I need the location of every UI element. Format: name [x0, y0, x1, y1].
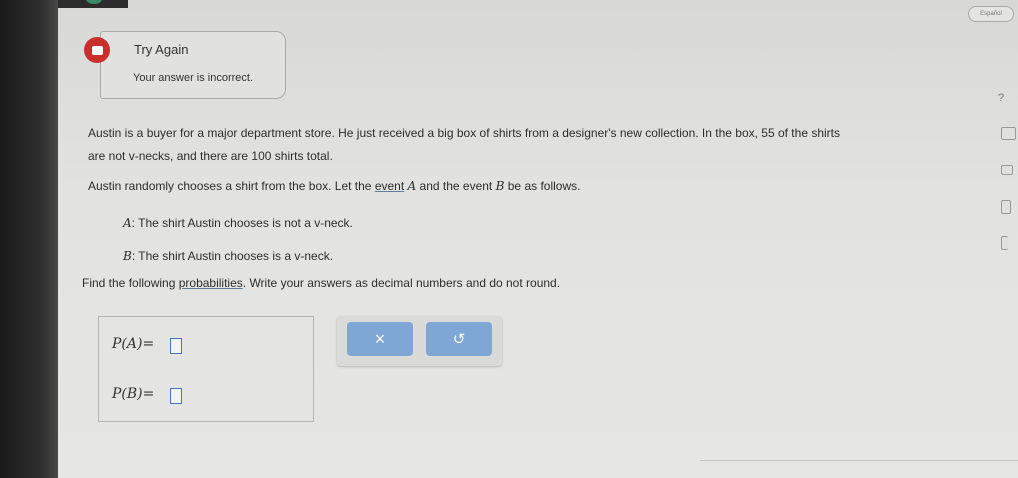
p-a-input[interactable] [170, 338, 182, 354]
event-a-text: : The shirt Austin chooses is not a v-ne… [131, 216, 353, 230]
event-a-var: A [407, 179, 417, 193]
undo-icon[interactable]: ↺ [426, 322, 492, 356]
event-a-definition: A: The shirt Austin chooses is not a v-n… [123, 216, 353, 230]
instructions-pre: Find the following [82, 276, 179, 290]
p-a-expression: P(A)= [112, 336, 154, 352]
p-a-equals: = [142, 336, 155, 352]
book-icon[interactable] [1001, 200, 1011, 214]
question-line-3-post: be as follows. [504, 179, 581, 193]
instructions: Find the following probabilities. Write … [82, 276, 560, 290]
left-edge-bezel [0, 0, 58, 478]
speech-bubble-icon [84, 37, 110, 63]
p-a-label: P(A) [112, 336, 143, 352]
instructions-post: . Write your answers as decimal numbers … [242, 276, 561, 290]
p-b-input[interactable] [170, 388, 182, 404]
p-b-expression: P(B)= [112, 386, 154, 402]
question-line-3-pre: Austin randomly chooses a shirt from the… [88, 179, 375, 193]
event-b-definition: B: The shirt Austin chooses is a v-neck. [123, 249, 333, 263]
event-link[interactable]: event [375, 179, 404, 193]
feedback-title: Try Again [134, 42, 189, 57]
language-button[interactable]: Español [968, 6, 1014, 22]
clear-x-icon[interactable]: × [347, 322, 413, 356]
event-b-text: : The shirt Austin chooses is a v-neck. [131, 249, 334, 263]
probabilities-link[interactable]: probabilities [179, 276, 243, 290]
divider [700, 460, 1018, 461]
question-line-3: Austin randomly chooses a shirt from the… [88, 179, 580, 193]
event-a-label: A [123, 216, 132, 230]
question-line-1: Austin is a buyer for a major department… [88, 126, 840, 140]
feedback-panel [100, 31, 286, 99]
event-b-label: B [123, 249, 132, 263]
question-line-3-mid: and the event [416, 179, 496, 193]
question-line-2: are not v-necks, and there are 100 shirt… [88, 149, 333, 163]
p-b-equals: = [142, 386, 155, 402]
bracket-icon[interactable] [1001, 236, 1008, 250]
answer-box [98, 316, 314, 422]
p-b-label: P(B) [112, 386, 143, 402]
help-icon[interactable]: ? [998, 92, 1004, 104]
calculator-icon[interactable] [1001, 127, 1016, 140]
video-icon[interactable] [1001, 165, 1013, 175]
feedback-message: Your answer is incorrect. [133, 72, 254, 84]
